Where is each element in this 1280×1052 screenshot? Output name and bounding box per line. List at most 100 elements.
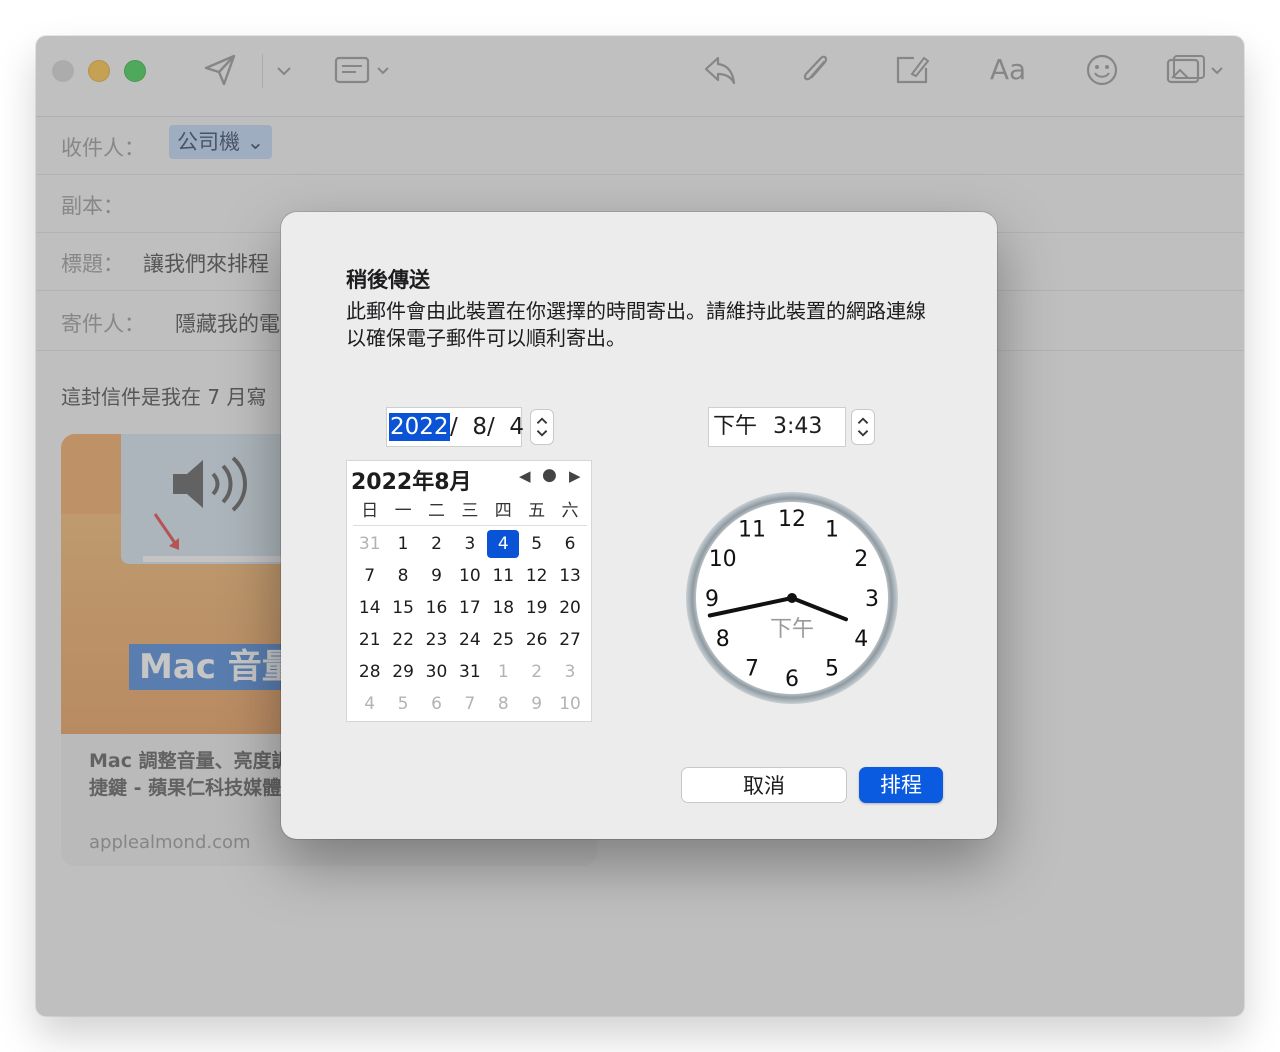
calendar-day[interactable]: 7 xyxy=(353,562,386,594)
calendar-day[interactable]: 12 xyxy=(520,562,553,594)
calendar-day[interactable]: 14 xyxy=(353,594,386,626)
calendar-day-selected[interactable]: 4 xyxy=(487,530,520,562)
time-value-segment[interactable]: 3:43 xyxy=(773,413,822,441)
calendar-day[interactable]: 31 xyxy=(353,530,386,562)
calendar-day[interactable]: 20 xyxy=(553,594,586,626)
calendar-day-number: 11 xyxy=(492,566,515,586)
date-input[interactable]: 2022 / 8/ 4 xyxy=(386,407,524,447)
calendar-day[interactable]: 4 xyxy=(353,690,386,722)
calendar-day[interactable]: 21 xyxy=(353,626,386,658)
calendar-day-number: 19 xyxy=(525,598,548,618)
calendar-picker[interactable]: 2022年8月 ◀ ● ▶ 日一二三四五六 31 1 2 3 4 5 6 7 8 9 10 11 12 13… xyxy=(346,460,592,722)
calendar-day[interactable]: 15 xyxy=(386,594,419,626)
clock-number: 8 xyxy=(716,627,730,652)
calendar-week-row: 7 8 9 10 11 12 13 xyxy=(353,562,587,594)
calendar-day-number: 12 xyxy=(525,566,548,586)
calendar-day[interactable]: 10 xyxy=(453,562,486,594)
calendar-day[interactable]: 1 xyxy=(386,530,419,562)
calendar-day[interactable]: 13 xyxy=(553,562,586,594)
clock-number: 9 xyxy=(705,587,719,612)
calendar-day[interactable]: 27 xyxy=(553,626,586,658)
calendar-day[interactable]: 29 xyxy=(386,658,419,690)
calendar-day-number: 25 xyxy=(492,630,515,650)
calendar-day[interactable]: 26 xyxy=(520,626,553,658)
calendar-day[interactable]: 5 xyxy=(386,690,419,722)
clock-number: 7 xyxy=(745,656,759,681)
calendar-week-row: 31 1 2 3 4 5 6 xyxy=(353,530,587,562)
calendar-day[interactable]: 30 xyxy=(420,658,453,690)
calendar-day-number: 20 xyxy=(559,598,581,618)
calendar-day-number: 16 xyxy=(425,598,448,618)
calendar-week-row: 28 29 30 31 1 2 3 xyxy=(353,658,587,690)
calendar-day-number: 29 xyxy=(392,662,414,682)
calendar-weekday-label: 一 xyxy=(394,501,412,521)
time-input[interactable]: 下午 3:43 xyxy=(708,407,846,447)
calendar-day[interactable]: 22 xyxy=(386,626,419,658)
calendar-day-number: 9 xyxy=(531,694,543,714)
calendar-day[interactable]: 10 xyxy=(553,690,586,722)
calendar-week-row: 14 15 16 17 18 19 20 xyxy=(353,594,587,626)
calendar-day[interactable]: 6 xyxy=(553,530,586,562)
dialog-message: 此郵件會由此裝置在你選擇的時間寄出。請維持此裝置的網路連線以確保電子郵件可以順利… xyxy=(346,299,926,350)
clock-center-pin xyxy=(787,593,797,603)
calendar-day-number: 26 xyxy=(525,630,548,650)
calendar-day-number: 22 xyxy=(392,630,414,650)
calendar-day-number: 10 xyxy=(559,694,581,714)
date-year-segment[interactable]: 2022 xyxy=(389,413,450,441)
today-button[interactable]: ● xyxy=(542,465,557,485)
calendar-day[interactable]: 9 xyxy=(420,562,453,594)
previous-month-button[interactable]: ◀ xyxy=(519,467,531,485)
calendar-day[interactable]: 25 xyxy=(487,626,520,658)
calendar-day[interactable]: 8 xyxy=(487,690,520,722)
clock-number: 4 xyxy=(854,627,868,652)
calendar-day-number: 24 xyxy=(459,630,481,650)
calendar-day[interactable]: 11 xyxy=(487,562,520,594)
date-stepper[interactable] xyxy=(530,409,554,445)
calendar-day-number: 18 xyxy=(492,598,515,618)
calendar-day[interactable]: 2 xyxy=(420,530,453,562)
calendar-day[interactable]: 23 xyxy=(420,626,453,658)
cancel-button[interactable]: 取消 xyxy=(681,767,847,803)
calendar-day-number: 5 xyxy=(397,694,409,714)
calendar-day[interactable]: 3 xyxy=(453,530,486,562)
clock-number: 11 xyxy=(738,518,766,543)
calendar-day-number: 9 xyxy=(431,566,442,586)
time-period-segment[interactable]: 下午 xyxy=(713,413,757,441)
calendar-day[interactable]: 3 xyxy=(553,658,586,690)
calendar-week-row: 4 5 6 7 8 9 10 xyxy=(353,690,587,722)
calendar-day[interactable]: 6 xyxy=(420,690,453,722)
calendar-day-number: 21 xyxy=(358,630,381,650)
calendar-day[interactable]: 16 xyxy=(420,594,453,626)
calendar-day-number: 2 xyxy=(431,534,442,554)
calendar-day[interactable]: 1 xyxy=(487,658,520,690)
calendar-day-number: 17 xyxy=(459,598,481,618)
calendar-day[interactable]: 8 xyxy=(386,562,419,594)
calendar-day[interactable]: 31 xyxy=(453,658,486,690)
send-later-dialog: 稍後傳送 此郵件會由此裝置在你選擇的時間寄出。請維持此裝置的網路連線以確保電子郵… xyxy=(281,212,997,839)
time-stepper[interactable] xyxy=(851,409,875,445)
calendar-grid: 日一二三四五六 31 1 2 3 4 5 6 7 8 9 10 11 12 13 14 15 16 17 18 19 20… xyxy=(353,499,587,722)
calendar-day-number: 10 xyxy=(459,566,481,586)
calendar-day[interactable]: 2 xyxy=(520,658,553,690)
calendar-day-number: 4 xyxy=(364,694,376,714)
calendar-day[interactable]: 5 xyxy=(520,530,553,562)
calendar-day-number: 14 xyxy=(358,598,381,618)
date-month-day-segments[interactable]: / 8/ 4 xyxy=(450,413,524,441)
calendar-day[interactable]: 7 xyxy=(453,690,486,722)
calendar-day[interactable]: 18 xyxy=(487,594,520,626)
dialog-title: 稍後傳送 xyxy=(346,268,430,292)
calendar-day[interactable]: 9 xyxy=(520,690,553,722)
next-month-button[interactable]: ▶ xyxy=(569,467,581,485)
calendar-day-number: 27 xyxy=(559,630,581,650)
calendar-day[interactable]: 17 xyxy=(453,594,486,626)
analog-clock[interactable]: 12 12 3 45 6 78 9 1011 下午 xyxy=(684,490,900,706)
calendar-weekday-label: 日 xyxy=(361,501,379,521)
calendar-month-title: 2022年8月 xyxy=(351,470,472,495)
calendar-weekday-label: 四 xyxy=(494,501,512,521)
calendar-day[interactable]: 24 xyxy=(453,626,486,658)
calendar-day-number: 1 xyxy=(397,534,409,554)
calendar-day[interactable]: 28 xyxy=(353,658,386,690)
calendar-day[interactable]: 19 xyxy=(520,594,553,626)
clock-number: 1 xyxy=(825,518,839,543)
schedule-button[interactable]: 排程 xyxy=(859,767,943,803)
